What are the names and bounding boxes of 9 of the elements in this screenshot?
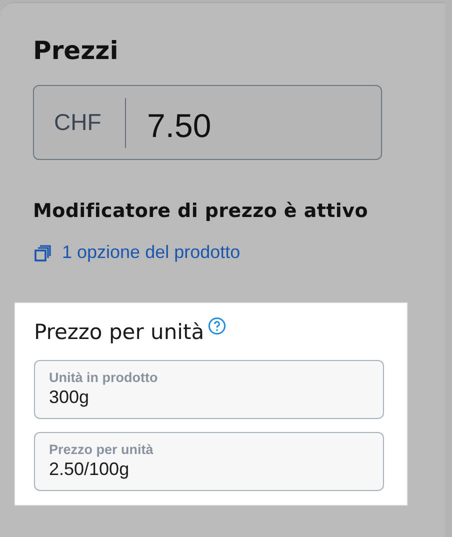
product-option-link[interactable]: 1 opzione del prodotto (62, 242, 240, 263)
input-field[interactable]: Prezzo per unità 2.50/100g (34, 432, 384, 491)
price-field[interactable]: CHF 7.50 (33, 85, 382, 160)
unit-price-title: Prezzo per unità (34, 319, 204, 346)
modifier-heading: Modificatore di prezzo è attivo (33, 200, 369, 222)
help-icon[interactable] (208, 317, 226, 335)
section-title: Prezzi (33, 35, 120, 67)
input-field[interactable]: Unità in prodotto 300g (34, 360, 384, 419)
copy-icon (34, 244, 52, 262)
